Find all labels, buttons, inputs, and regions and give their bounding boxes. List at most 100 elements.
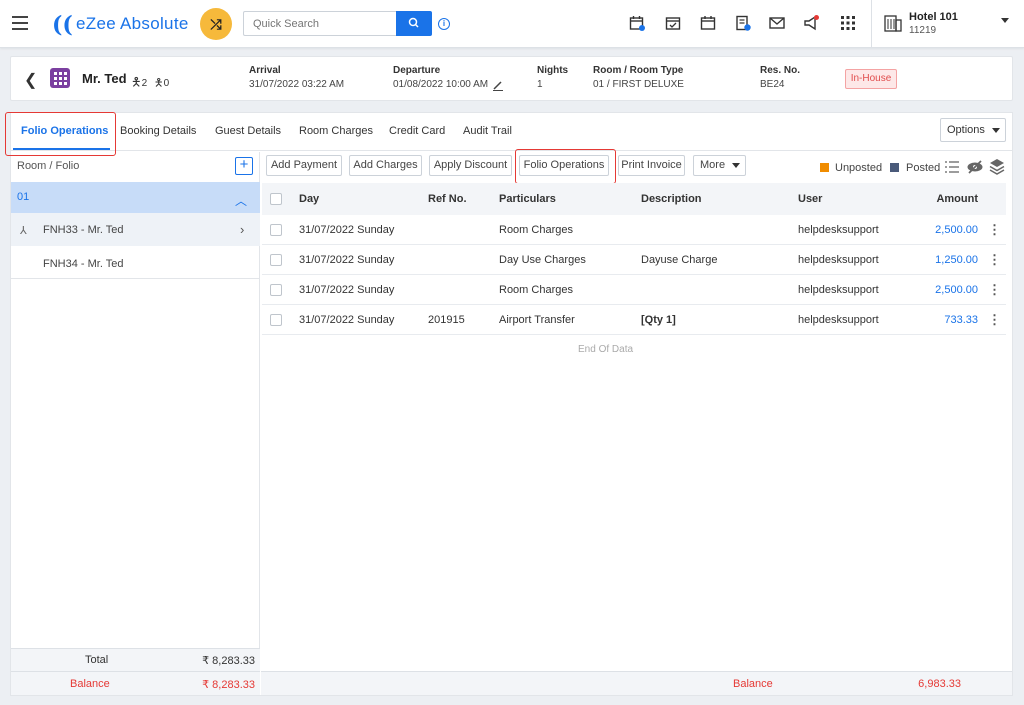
chevron-right-icon[interactable]: › (240, 222, 244, 237)
app-logo-text: eZee Absolute (76, 14, 189, 33)
tab-guest-details[interactable]: Guest Details (215, 125, 281, 137)
folio-item-label: FNH33 - Mr. Ted (43, 224, 124, 236)
add-payment-button[interactable]: Add Payment (266, 155, 342, 176)
row-menu-icon[interactable]: ⋮ (988, 312, 1001, 328)
switch-property-icon[interactable]: ⤮ (200, 8, 232, 40)
chevron-up-icon[interactable]: ︿ (235, 192, 247, 209)
search-button[interactable] (396, 11, 432, 36)
balance-value: 6,983.33 (918, 678, 961, 690)
departure-value: 01/08/2022 10:00 AM (393, 79, 489, 90)
res-no-label: Res. No. (760, 65, 801, 76)
apps-grid-icon[interactable] (840, 15, 856, 31)
hotel-name[interactable]: Hotel 101 (909, 11, 958, 23)
total-value: ₹ 8,283.33 (202, 655, 255, 667)
cell-user: helpdesksupport (798, 254, 879, 266)
tab-credit-card[interactable]: Credit Card (389, 125, 445, 137)
pax-count: 🯅2 🯅0 (131, 73, 169, 94)
calendar-check-icon[interactable] (665, 15, 681, 31)
print-invoice-button[interactable]: Print Invoice (618, 155, 685, 176)
posted-swatch (890, 163, 899, 172)
cell-user: helpdesksupport (798, 284, 879, 296)
adult-icon: 🯅 (131, 75, 142, 89)
add-folio-icon[interactable]: + (235, 157, 253, 175)
total-label: Total (85, 654, 109, 666)
mail-icon[interactable] (769, 15, 785, 31)
folio-item-label: FNH34 - Mr. Ted (43, 258, 124, 270)
status-badge: In-House (845, 69, 897, 89)
child-icon: 🯅 (153, 77, 164, 89)
select-all-checkbox[interactable] (270, 193, 282, 205)
more-dropdown[interactable]: More (693, 155, 746, 176)
highlight-box (515, 149, 616, 184)
balance-label: Balance (733, 678, 773, 690)
cell-amount[interactable]: 2,500.00 (908, 224, 978, 236)
billing-icon[interactable] (735, 15, 751, 31)
balance-value: ₹ 8,283.33 (202, 679, 255, 691)
room-group-header[interactable] (11, 182, 260, 213)
row-menu-icon[interactable]: ⋮ (988, 252, 1001, 268)
back-arrow-icon[interactable]: ❮ (24, 70, 37, 90)
info-icon[interactable]: i (438, 18, 450, 30)
tab-booking-details[interactable]: Booking Details (120, 125, 196, 137)
announcement-icon[interactable] (803, 15, 819, 31)
departure-label: Departure (393, 65, 441, 76)
tab-audit-trail[interactable]: Audit Trail (463, 125, 512, 137)
search-icon (408, 17, 419, 28)
list-view-icon[interactable] (944, 160, 960, 174)
arrival-value: 31/07/2022 03:22 AM (249, 79, 345, 90)
column-header[interactable]: User (798, 193, 822, 205)
balance-label: Balance (70, 678, 110, 690)
cell-description: Dayuse Charge (641, 254, 718, 266)
unposted-swatch (820, 163, 829, 172)
column-header[interactable]: Amount (908, 193, 978, 205)
room-folio-title: Room / Folio (17, 160, 80, 172)
more-label: More (700, 159, 726, 171)
row-checkbox[interactable] (270, 284, 282, 296)
hotel-dropdown-icon[interactable] (1001, 18, 1009, 23)
column-header[interactable]: Description (641, 193, 702, 205)
row-checkbox[interactable] (270, 254, 282, 266)
cell-amount[interactable]: 1,250.00 (908, 254, 978, 266)
hotel-building-icon (884, 15, 902, 32)
room-type-value: 01 / FIRST DELUXE (593, 79, 684, 90)
chevron-down-icon (732, 163, 740, 168)
cell-amount[interactable]: 733.33 (908, 314, 978, 326)
room-type-label: Room / Room Type (593, 65, 684, 76)
posted-label: Posted (906, 162, 941, 174)
row-menu-icon[interactable]: ⋮ (988, 282, 1001, 298)
cell-particulars: Airport Transfer (499, 314, 575, 326)
column-header[interactable]: Ref No. (428, 193, 467, 205)
column-header[interactable]: Particulars (499, 193, 556, 205)
apply-discount-button[interactable]: Apply Discount (429, 155, 512, 176)
row-menu-icon[interactable]: ⋮ (988, 222, 1001, 238)
arrival-label: Arrival (249, 65, 281, 76)
cell-amount[interactable]: 2,500.00 (908, 284, 978, 296)
cell-particulars: Room Charges (499, 284, 573, 296)
divider (871, 0, 872, 48)
cell-particulars: Day Use Charges (499, 254, 586, 266)
hide-eye-icon[interactable] (966, 159, 984, 175)
table-header (262, 183, 1006, 215)
quick-search-input[interactable] (243, 11, 397, 36)
options-dropdown[interactable]: Options (940, 118, 1006, 142)
row-checkbox[interactable] (270, 314, 282, 326)
cell-ref: 201915 (428, 314, 465, 326)
calendar-icon[interactable] (700, 15, 716, 31)
layers-icon[interactable] (989, 158, 1005, 175)
edit-pencil-icon[interactable] (492, 79, 504, 91)
row-checkbox[interactable] (270, 224, 282, 236)
cell-day: 31/07/2022 Sunday (299, 314, 395, 326)
hotel-code: 11219 (909, 25, 937, 36)
tab-room-charges[interactable]: Room Charges (299, 125, 373, 137)
new-reservation-calendar-icon[interactable] (629, 15, 645, 31)
cell-day: 31/07/2022 Sunday (299, 284, 395, 296)
menu-icon[interactable] (12, 16, 28, 30)
chevron-down-icon (992, 128, 1000, 133)
column-header[interactable]: Day (299, 193, 319, 205)
nights-label: Nights (537, 65, 569, 76)
options-label: Options (947, 124, 985, 136)
master-folio-icon: ⅄ (20, 225, 27, 237)
add-charges-button[interactable]: Add Charges (349, 155, 422, 176)
tabs-divider (11, 150, 1012, 151)
child-count: 0 (163, 78, 170, 89)
